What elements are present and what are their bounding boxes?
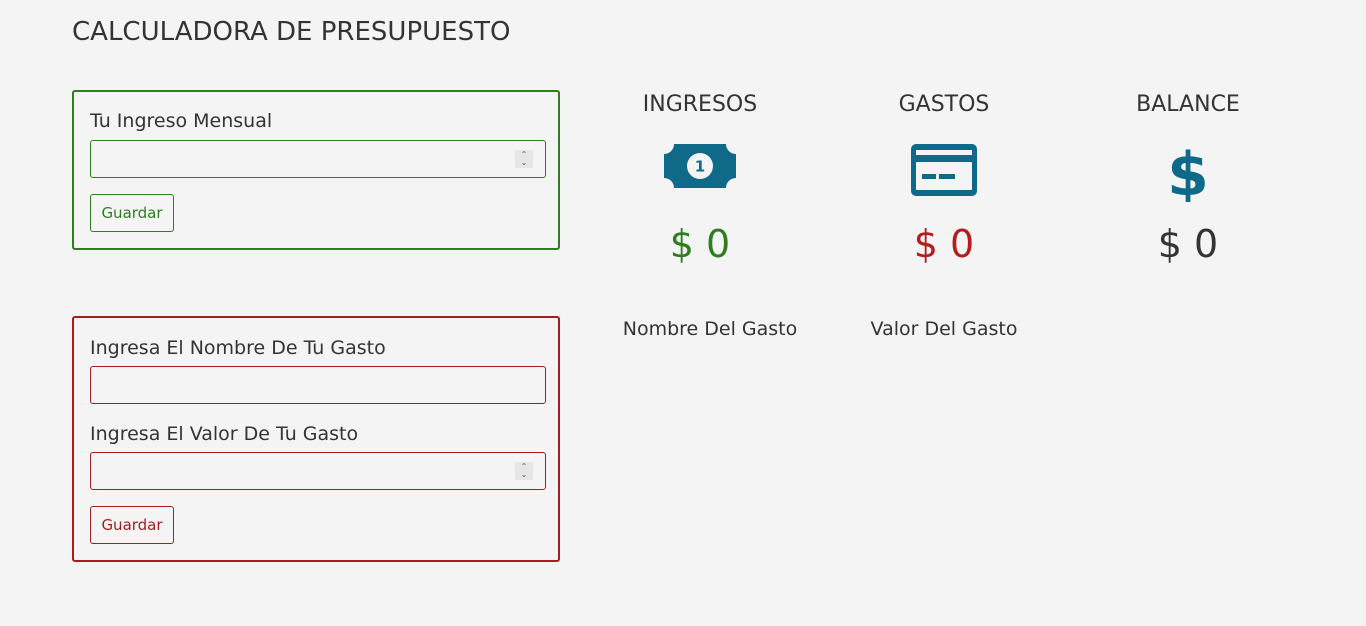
balance-total: $ 0 bbox=[1157, 222, 1219, 266]
income-label: Tu Ingreso Mensual bbox=[90, 110, 273, 132]
income-form: Tu Ingreso Mensual ⌃ ⌄ Guardar bbox=[72, 90, 560, 250]
page-title: CALCULADORA DE PRESUPUESTO bbox=[72, 17, 511, 47]
budget-calculator-page: CALCULADORA DE PRESUPUESTO Tu Ingreso Me… bbox=[0, 0, 1366, 626]
save-income-button[interactable]: Guardar bbox=[90, 194, 174, 232]
number-spinner[interactable]: ⌃ ⌄ bbox=[515, 462, 533, 480]
income-total: $ 0 bbox=[669, 222, 731, 266]
expense-amount-label: Ingresa El Valor De Tu Gasto bbox=[90, 423, 359, 445]
expense-form: Ingresa El Nombre De Tu Gasto Ingresa El… bbox=[72, 316, 560, 562]
expense-name-label: Ingresa El Nombre De Tu Gasto bbox=[90, 337, 386, 359]
svg-text:$: $ bbox=[1168, 144, 1208, 202]
income-summary-title: INGRESOS bbox=[642, 92, 758, 117]
money-bill-icon: 1 bbox=[664, 144, 736, 192]
expense-name-input[interactable] bbox=[90, 366, 546, 404]
svg-text:1: 1 bbox=[695, 158, 705, 176]
dollar-sign-icon: $ bbox=[1167, 140, 1209, 210]
number-spinner[interactable]: ⌃ ⌄ bbox=[515, 150, 533, 168]
chevron-down-icon[interactable]: ⌄ bbox=[521, 471, 528, 479]
expenses-summary-title: GASTOS bbox=[898, 92, 990, 117]
column-header-expense-value: Valor Del Gasto bbox=[870, 318, 1018, 340]
credit-card-icon bbox=[911, 144, 977, 200]
balance-summary-title: BALANCE bbox=[1136, 92, 1240, 117]
save-expense-button[interactable]: Guardar bbox=[90, 506, 174, 544]
income-input[interactable]: ⌃ ⌄ bbox=[90, 140, 546, 178]
column-header-expense-name: Nombre Del Gasto bbox=[622, 318, 798, 340]
expenses-total: $ 0 bbox=[913, 222, 975, 266]
chevron-down-icon[interactable]: ⌄ bbox=[521, 159, 528, 167]
expense-amount-input[interactable]: ⌃ ⌄ bbox=[90, 452, 546, 490]
